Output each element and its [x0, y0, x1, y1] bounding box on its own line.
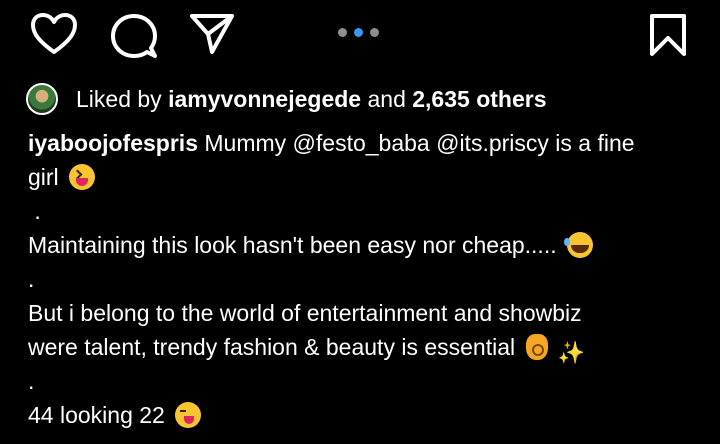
liker-avatar[interactable] — [26, 83, 58, 115]
likes-text: Liked by iamyvonnejegede and 2,635 other… — [76, 86, 547, 113]
caption-username[interactable]: iyaboojofespris — [28, 130, 198, 156]
post-caption: iyaboojofespris Mummy @festo_baba @its.p… — [28, 126, 698, 432]
likes-count[interactable]: 2,635 others — [412, 86, 546, 112]
caption-line: were talent, trendy fashion & beauty is … — [28, 330, 698, 365]
save-bookmark-icon[interactable] — [648, 12, 688, 58]
share-paper-plane-icon[interactable] — [188, 12, 236, 56]
carousel-dot-active — [354, 28, 363, 37]
caption-text: Mummy @festo_baba @its.priscy is a fine — [197, 130, 635, 156]
carousel-dot — [370, 28, 379, 37]
post-action-bar — [0, 0, 720, 74]
caption-text: girl — [28, 164, 59, 190]
caption-text: Maintaining this look hasn't been easy n… — [28, 232, 557, 258]
caption-text: 44 looking 22 — [28, 402, 165, 428]
caption-line: . — [28, 364, 698, 398]
ok-hand-emoji-icon — [525, 334, 548, 360]
caption-line: iyaboojofespris Mummy @festo_baba @its.p… — [28, 126, 698, 160]
caption-dot: . — [34, 198, 41, 224]
carousel-indicator — [338, 28, 384, 38]
like-heart-icon[interactable] — [30, 12, 78, 56]
caption-line: girl — [28, 160, 698, 194]
caption-line: 44 looking 22 — [28, 398, 698, 432]
winking-tongue-emoji-icon — [175, 402, 202, 428]
likes-prefix: Liked by — [76, 85, 162, 112]
caption-line: Maintaining this look hasn't been easy n… — [28, 228, 698, 262]
sparkles-emoji-icon: ✨ — [557, 340, 586, 365]
caption-line: . — [28, 262, 698, 296]
caption-dot: . — [28, 368, 35, 394]
caption-text: But i belong to the world of entertainme… — [28, 300, 582, 326]
carousel-dot — [338, 28, 347, 37]
tears-of-joy-emoji-icon — [564, 232, 593, 258]
likes-summary[interactable]: Liked by iamyvonnejegede and 2,635 other… — [26, 82, 547, 116]
likes-connector: and — [367, 85, 406, 112]
caption-line: But i belong to the world of entertainme… — [28, 296, 698, 330]
comment-icon[interactable] — [110, 12, 158, 60]
caption-text: were talent, trendy fashion & beauty is … — [28, 334, 516, 360]
liker-username[interactable]: iamyvonnejegede — [168, 86, 361, 112]
caption-line: . — [28, 194, 698, 228]
caption-dot: . — [28, 266, 35, 292]
squinting-tongue-emoji-icon — [69, 164, 96, 190]
